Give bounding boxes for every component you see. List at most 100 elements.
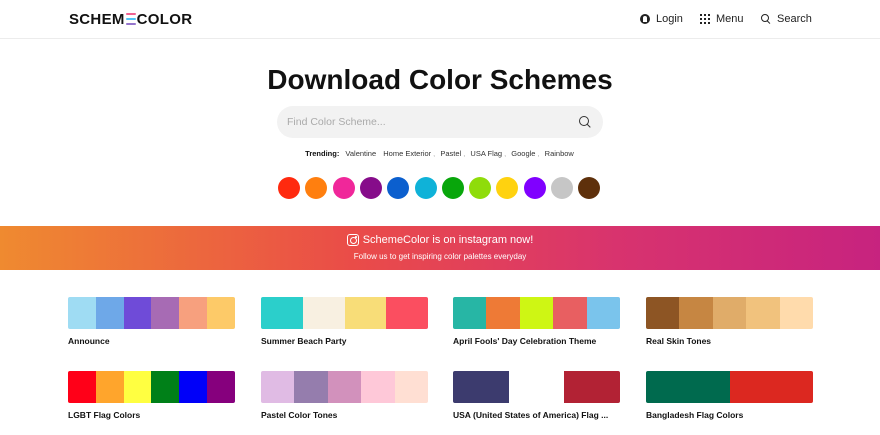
scheme-card[interactable]: Pastel Color Tones	[261, 371, 428, 420]
palette-color-block	[95, 371, 124, 403]
page-title: Download Color Schemes	[267, 64, 613, 95]
palette-color-block	[486, 297, 520, 329]
palette-color-block	[453, 297, 487, 329]
scheme-name[interactable]: LGBT Flag Colors	[68, 410, 235, 420]
trending-list: Trending: Valentine Home Exterior, Paste…	[305, 149, 574, 158]
trending-link[interactable]: USA Flag	[470, 149, 502, 158]
logo-text-left: SCHEM	[69, 11, 125, 28]
color-swatch[interactable]	[496, 177, 519, 199]
palette-color-block	[646, 297, 680, 329]
palette-color-block	[386, 297, 428, 329]
palette-color-block	[394, 371, 428, 403]
palette-color-block	[519, 297, 554, 329]
palette-color-block	[729, 371, 813, 403]
top-header: SCHEM COLOR Login Menu Search	[0, 0, 880, 39]
scheme-palette[interactable]	[68, 297, 235, 329]
trending-link[interactable]: Valentine	[345, 149, 376, 158]
palette-color-block	[151, 371, 180, 403]
banner-title-row: SchemeColor is on instagram now!	[0, 234, 880, 246]
palette-color-block	[207, 371, 235, 403]
palette-color-block	[361, 371, 395, 403]
scheme-palette[interactable]	[68, 371, 235, 403]
user-icon	[640, 14, 650, 24]
palette-color-block	[123, 371, 152, 403]
palette-color-block	[746, 297, 780, 329]
scheme-palette[interactable]	[261, 371, 428, 403]
scheme-palette[interactable]	[646, 297, 813, 329]
search-submit-icon[interactable]	[579, 116, 591, 128]
trending-link[interactable]: Rainbow	[545, 149, 574, 158]
scheme-name[interactable]: Bangladesh Flag Colors	[646, 410, 813, 420]
login-link[interactable]: Login	[640, 13, 683, 25]
palette-color-block	[179, 371, 208, 403]
login-label: Login	[656, 13, 683, 25]
grid-menu-icon	[700, 14, 710, 24]
palette-color-block	[68, 371, 96, 403]
trending-link[interactable]: Google	[511, 149, 535, 158]
scheme-name[interactable]: Real Skin Tones	[646, 336, 813, 346]
palette-color-block	[179, 297, 208, 329]
color-swatch[interactable]	[305, 177, 328, 199]
scheme-card[interactable]: LGBT Flag Colors	[68, 371, 235, 420]
search-icon	[761, 14, 771, 24]
palette-color-block	[553, 297, 587, 329]
color-swatch[interactable]	[414, 177, 437, 199]
scheme-name[interactable]: Pastel Color Tones	[261, 410, 428, 420]
scheme-card[interactable]: Announce	[68, 297, 235, 346]
site-logo[interactable]: SCHEM COLOR	[69, 11, 192, 28]
palette-color-block	[712, 297, 747, 329]
palette-color-block	[646, 371, 730, 403]
palette-color-block	[207, 297, 235, 329]
palette-color-block	[564, 371, 620, 403]
scheme-name[interactable]: USA (United States of America) Flag ...	[453, 410, 620, 420]
color-swatch[interactable]	[469, 177, 492, 199]
palette-color-block	[679, 297, 713, 329]
color-swatch[interactable]	[551, 177, 573, 199]
banner-subtitle: Follow us to get inspiring color palette…	[353, 252, 527, 261]
logo-text-right: COLOR	[136, 11, 193, 28]
color-swatch[interactable]	[387, 177, 410, 199]
color-swatch[interactable]	[278, 177, 300, 199]
palette-color-block	[779, 297, 813, 329]
trending-link[interactable]: Pastel	[440, 149, 461, 158]
scheme-card[interactable]: April Fools' Day Celebration Theme	[453, 297, 620, 346]
scheme-name[interactable]: April Fools' Day Celebration Theme	[453, 336, 620, 346]
scheme-palette[interactable]	[646, 371, 813, 403]
palette-color-block	[302, 297, 345, 329]
color-swatch-row	[278, 177, 608, 199]
palette-color-block	[586, 297, 620, 329]
scheme-card[interactable]: Summer Beach Party	[261, 297, 428, 346]
palette-color-block	[327, 371, 362, 403]
scheme-search-bar	[277, 106, 603, 138]
scheme-card[interactable]: Bangladesh Flag Colors	[646, 371, 813, 420]
search-label: Search	[777, 13, 812, 25]
scheme-card[interactable]: Real Skin Tones	[646, 297, 813, 346]
logo-e-mark-icon	[125, 13, 136, 25]
palette-color-block	[508, 371, 565, 403]
trending-link[interactable]: Home Exterior	[383, 149, 431, 158]
instagram-icon	[346, 234, 359, 246]
scheme-name[interactable]: Summer Beach Party	[261, 336, 428, 346]
palette-color-block	[68, 297, 96, 329]
trending-label: Trending:	[305, 149, 340, 158]
color-swatch[interactable]	[332, 177, 355, 199]
menu-button[interactable]: Menu	[700, 13, 744, 25]
menu-label: Menu	[716, 13, 744, 25]
scheme-palette[interactable]	[261, 297, 428, 329]
scheme-palette[interactable]	[453, 371, 620, 403]
scheme-card[interactable]: USA (United States of America) Flag ...	[453, 371, 620, 420]
scheme-search-input[interactable]	[287, 113, 567, 131]
palette-color-block	[261, 371, 295, 403]
color-swatch[interactable]	[523, 177, 546, 199]
header-search-button[interactable]: Search	[761, 13, 812, 25]
color-swatch[interactable]	[578, 177, 601, 199]
color-swatch[interactable]	[359, 177, 382, 199]
instagram-banner[interactable]: SchemeColor is on instagram now! Follow …	[0, 226, 880, 270]
palette-color-block	[261, 297, 303, 329]
palette-color-block	[95, 297, 124, 329]
color-swatch[interactable]	[441, 177, 464, 199]
palette-color-block	[151, 297, 180, 329]
scheme-palette[interactable]	[453, 297, 620, 329]
scheme-name[interactable]: Announce	[68, 336, 235, 346]
palette-color-block	[453, 371, 509, 403]
